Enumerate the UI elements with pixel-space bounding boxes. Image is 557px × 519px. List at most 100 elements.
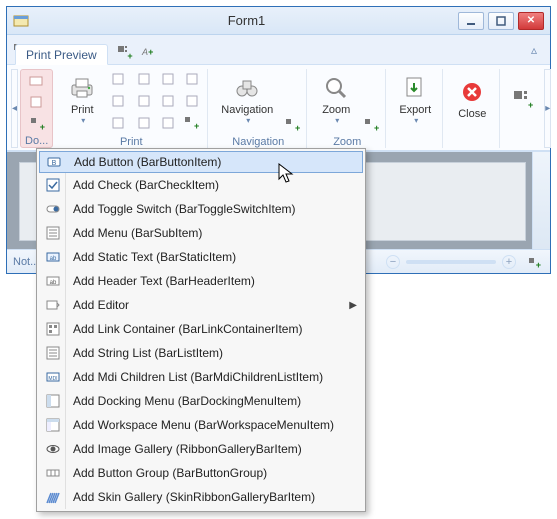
- menu-item[interactable]: Add Check (BarCheckItem): [39, 173, 363, 197]
- zoom-control[interactable]: − +: [386, 255, 516, 269]
- file-open-button[interactable]: [25, 70, 47, 90]
- close-window-button[interactable]: ✕: [518, 12, 544, 30]
- titlebar: Form1 ✕: [7, 7, 550, 35]
- svg-text:MDI: MDI: [48, 376, 57, 382]
- header-text-icon: ab: [43, 271, 63, 291]
- ribbon-scroll-right[interactable]: ▸: [544, 69, 551, 148]
- toggle-icon: [43, 199, 63, 219]
- close-label: Close: [458, 108, 486, 120]
- tab-abc-button[interactable]: A+: [136, 41, 160, 63]
- print-g2[interactable]: [157, 69, 179, 89]
- submenu-arrow-icon: ▶: [349, 300, 357, 311]
- ribbon-scroll-left[interactable]: ◂: [11, 69, 18, 148]
- check-icon: [43, 175, 63, 195]
- tab-print-preview[interactable]: Print Preview: [15, 44, 108, 65]
- menu-item[interactable]: MDI Add Mdi Children List (BarMdiChildren…: [39, 365, 363, 389]
- binoculars-icon: [233, 74, 261, 102]
- navigation-label: Navigation: [221, 104, 273, 116]
- print-g5[interactable]: [157, 91, 179, 111]
- menu-item[interactable]: Add Skin Gallery (SkinRibbonGalleryBarIt…: [39, 485, 363, 509]
- zoom-slider[interactable]: [406, 260, 496, 264]
- ribbon-collapse-button[interactable]: ▵: [522, 39, 546, 61]
- print-g3[interactable]: [181, 69, 203, 89]
- ribbon-group-zoom: Zoom▾ + Zoom: [309, 69, 386, 148]
- svg-text:ab: ab: [50, 280, 57, 286]
- menu-item[interactable]: Add Link Container (BarLinkContainerItem…: [39, 317, 363, 341]
- menu-item-label: Add Header Text (BarHeaderItem): [73, 274, 343, 288]
- ribbon-tabstrip: Print Preview + A+: [15, 43, 160, 65]
- print-opt2[interactable]: [107, 91, 129, 111]
- static-text-icon: ab: [43, 247, 63, 267]
- menu-item-label: Add Mdi Children List (BarMdiChildrenLis…: [73, 370, 343, 384]
- menu-item[interactable]: ab Add Static Text (BarStaticItem): [39, 245, 363, 269]
- menu-item-label: Add Docking Menu (BarDockingMenuItem): [73, 394, 343, 408]
- link-container-icon: [43, 319, 63, 339]
- menu-item-label: Add Skin Gallery (SkinRibbonGalleryBarIt…: [73, 490, 343, 504]
- nav-add-button[interactable]: +: [282, 115, 302, 135]
- menu-item-label: Add Editor: [73, 298, 343, 312]
- navigation-button[interactable]: Navigation▾: [214, 69, 280, 129]
- tab-add-button[interactable]: +: [112, 41, 136, 63]
- ribbon-group-file-label: Do...: [25, 134, 48, 147]
- menu-item-label: Add Static Text (BarStaticItem): [73, 250, 343, 264]
- button-group-icon: [43, 463, 63, 483]
- ribbon-add-group[interactable]: +: [506, 69, 538, 129]
- close-icon: [458, 78, 486, 106]
- menu-item-label: Add Link Container (BarLinkContainerItem…: [73, 322, 343, 336]
- export-icon: [401, 74, 429, 102]
- menu-item[interactable]: B Add Button (BarButtonItem): [39, 151, 363, 173]
- button-icon: B: [44, 152, 64, 172]
- string-list-icon: [43, 343, 63, 363]
- zoom-label: Zoom: [322, 104, 350, 116]
- context-menu: B Add Button (BarButtonItem) Add Check (Ba…: [36, 148, 366, 512]
- vertical-scrollbar[interactable]: [532, 152, 550, 249]
- menu-item-label: Add Workspace Menu (BarWorkspaceMenuItem…: [73, 418, 343, 432]
- file-save-button[interactable]: [25, 92, 47, 112]
- docking-icon: [43, 391, 63, 411]
- ribbon-group-file: + Do...: [20, 69, 53, 148]
- ribbon-group-zoom-label: Zoom: [313, 135, 381, 148]
- menu-item[interactable]: Add Docking Menu (BarDockingMenuItem): [39, 389, 363, 413]
- quick-access-toolbar: + ▾ ▾ ▵ Print Preview + A+: [7, 35, 550, 65]
- menu-item[interactable]: Add Editor ▶: [39, 293, 363, 317]
- zoom-in-icon[interactable]: +: [502, 255, 516, 269]
- menu-item[interactable]: Add Toggle Switch (BarToggleSwitchItem): [39, 197, 363, 221]
- svg-text:B: B: [52, 160, 57, 167]
- printer-icon: [68, 74, 96, 102]
- menu-item[interactable]: Add String List (BarListItem): [39, 341, 363, 365]
- export-label: Export: [399, 104, 431, 116]
- menu-item[interactable]: Add Menu (BarSubItem): [39, 221, 363, 245]
- minimize-button[interactable]: [458, 12, 484, 30]
- menu-item-label: Add Button Group (BarButtonGroup): [73, 466, 343, 480]
- zoom-out-icon[interactable]: −: [386, 255, 400, 269]
- ribbon-group-close: Close .: [445, 69, 500, 148]
- export-button[interactable]: Export▾: [392, 69, 438, 129]
- mdi-icon: MDI: [43, 367, 63, 387]
- menu-item-label: Add Button (BarButtonItem): [74, 155, 342, 169]
- print-opt3[interactable]: [107, 113, 129, 133]
- window-buttons: ✕: [458, 12, 544, 30]
- ribbon-group-navigation: Navigation▾ + Navigation: [210, 69, 307, 148]
- print-g4[interactable]: [133, 91, 155, 111]
- status-add-right[interactable]: +: [524, 253, 544, 273]
- menu-item-label: Add String List (BarListItem): [73, 346, 343, 360]
- zoom-add-button[interactable]: +: [361, 115, 381, 135]
- close-button[interactable]: Close: [449, 69, 495, 129]
- print-g1[interactable]: [133, 69, 155, 89]
- menu-item[interactable]: ab Add Header Text (BarHeaderItem): [39, 269, 363, 293]
- maximize-button[interactable]: [488, 12, 514, 30]
- ribbon-group-print: Print▾ + Pr: [55, 69, 208, 148]
- menu-item[interactable]: Add Workspace Menu (BarWorkspaceMenuItem…: [39, 413, 363, 437]
- ribbon: ◂ + Do... Print▾: [7, 65, 550, 151]
- print-add-button[interactable]: +: [181, 113, 201, 133]
- zoom-button[interactable]: Zoom▾: [313, 69, 359, 129]
- menu-item-label: Add Toggle Switch (BarToggleSwitchItem): [73, 202, 343, 216]
- menu-item[interactable]: Add Button Group (BarButtonGroup): [39, 461, 363, 485]
- print-g8[interactable]: [157, 113, 179, 133]
- file-add-button[interactable]: +: [27, 114, 47, 134]
- print-g7[interactable]: [133, 113, 155, 133]
- print-button[interactable]: Print▾: [59, 69, 105, 129]
- menu-item[interactable]: Add Image Gallery (RibbonGalleryBarItem): [39, 437, 363, 461]
- print-opt1[interactable]: [107, 69, 129, 89]
- print-g6[interactable]: [181, 91, 203, 111]
